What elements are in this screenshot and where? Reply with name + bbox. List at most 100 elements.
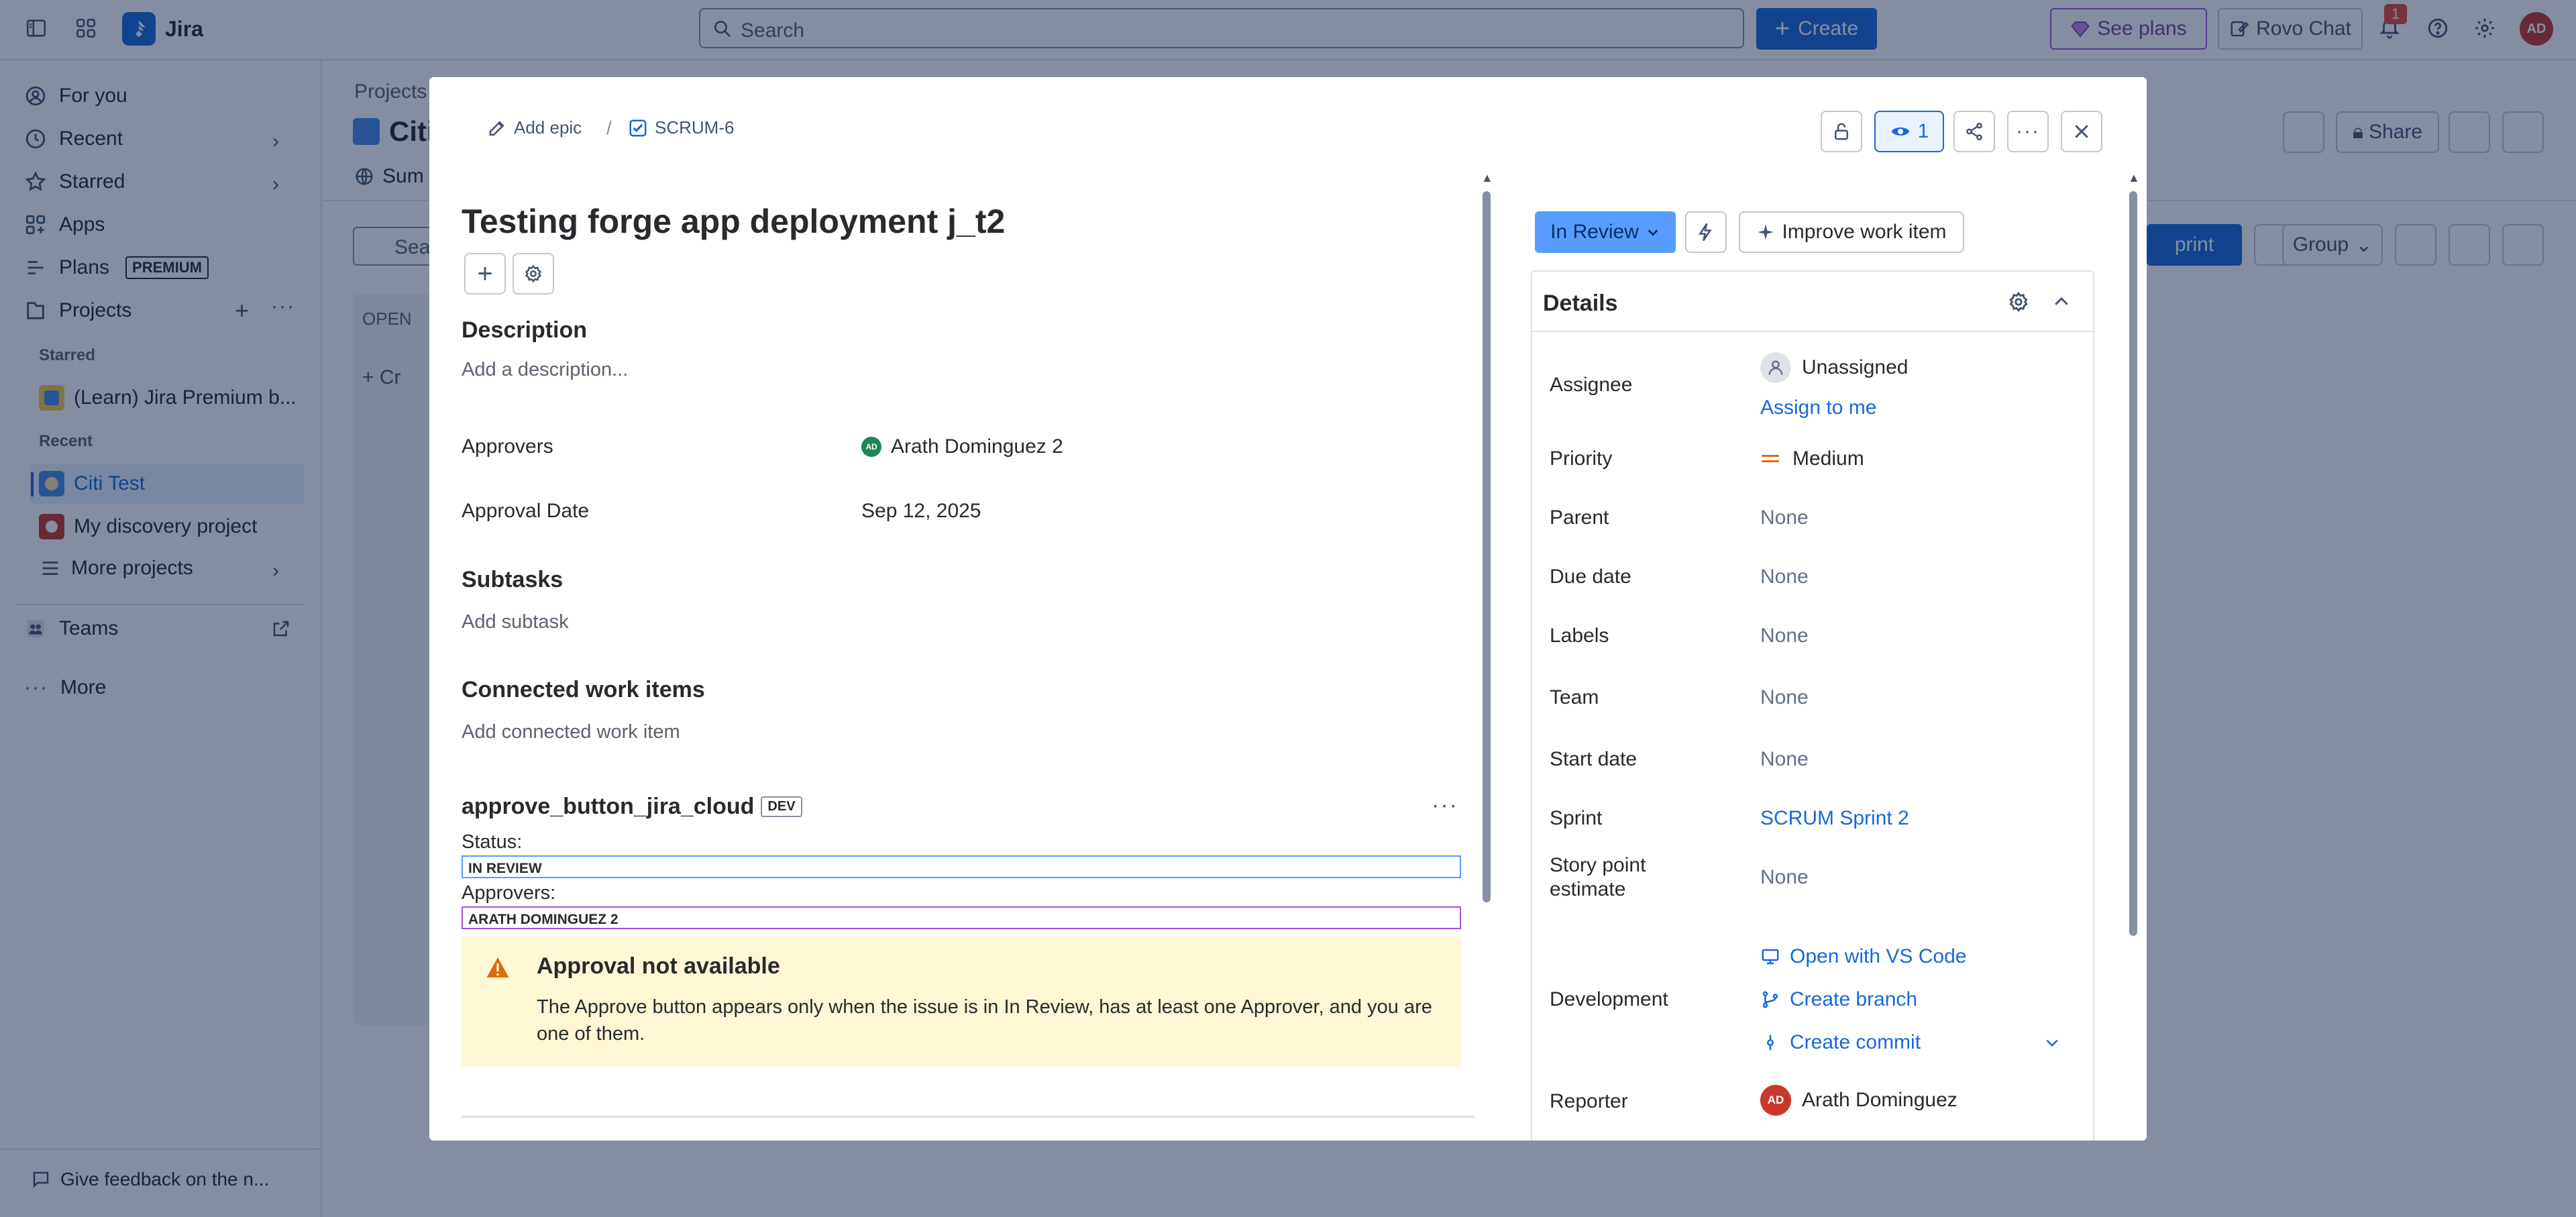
issue-key: SCRUM-6 <box>655 117 735 138</box>
unassigned-avatar-icon <box>1760 352 1791 383</box>
approver-value[interactable]: AD Arath Dominguez 2 <box>861 435 1063 458</box>
improve-label: Improve work item <box>1782 221 1947 243</box>
sprint-label: Sprint <box>1550 807 1603 829</box>
add-epic-label: Add epic <box>514 117 582 138</box>
watch-count: 1 <box>1917 120 1929 142</box>
dev-badge: DEV <box>761 796 802 817</box>
create-commit-label: Create commit <box>1790 1031 1921 1053</box>
assignee-value[interactable]: Unassigned <box>1760 352 1908 383</box>
description-placeholder[interactable]: Add a description... <box>462 359 628 381</box>
open-with-vscode-link[interactable]: Open with VS Code <box>1760 945 1966 968</box>
priority-text: Medium <box>1792 447 1864 470</box>
forge-app-more-icon[interactable]: ··· <box>1432 792 1458 818</box>
reporter-label: Reporter <box>1550 1090 1628 1112</box>
right-scrollbar-thumb[interactable] <box>2129 191 2137 936</box>
scroll-up-arrow-icon[interactable]: ▲ <box>1481 171 1493 185</box>
work-item-title[interactable]: Testing forge app deployment j_t2 <box>462 202 1005 241</box>
share-icon[interactable] <box>1953 111 1995 152</box>
status-field-label: Status: <box>462 831 523 853</box>
team-value[interactable]: None <box>1760 686 1809 709</box>
start-date-label: Start date <box>1550 748 1638 770</box>
create-commit-link[interactable]: Create commit <box>1760 1031 1921 1054</box>
details-settings-gear-icon[interactable] <box>2007 290 2030 313</box>
chevron-down-icon <box>1648 229 1658 236</box>
warning-text: The Approve button appears only when the… <box>537 996 1432 1045</box>
reporter-name: Arath Dominguez <box>1802 1089 1957 1111</box>
approval-date-value[interactable]: Sep 12, 2025 <box>861 500 981 523</box>
approvers-field-value: ARATH DOMINGUEZ 2 <box>462 906 1461 929</box>
sparkle-icon <box>1758 224 1774 240</box>
reporter-avatar: AD <box>1760 1085 1791 1116</box>
issue-key-link[interactable]: SCRUM-6 <box>628 117 734 138</box>
approvers-label: Approvers <box>462 435 553 458</box>
subtasks-heading: Subtasks <box>462 567 564 592</box>
more-actions-icon[interactable]: ··· <box>2007 111 2049 152</box>
work-item-modal: Add epic / SCRUM-6 1 ··· Testing forge a… <box>429 77 2147 1141</box>
story-points-label-line2: estimate <box>1550 878 1626 900</box>
labels-label: Labels <box>1550 625 1609 647</box>
close-icon[interactable] <box>2061 111 2102 152</box>
description-heading: Description <box>462 317 588 343</box>
task-checkbox-icon <box>629 119 647 136</box>
approvers-field-label: Approvers: <box>462 882 556 904</box>
approver-avatar: AD <box>861 437 881 457</box>
commit-icon <box>1767 1035 1774 1051</box>
pencil-icon <box>489 120 504 136</box>
labels-value[interactable]: None <box>1760 625 1809 647</box>
approver-name: Arath Dominguez 2 <box>891 435 1063 458</box>
apps-settings-icon[interactable] <box>513 253 554 295</box>
add-connected-work-item-link[interactable]: Add connected work item <box>462 721 680 743</box>
unlock-icon[interactable] <box>1821 111 1862 152</box>
status-dropdown-button[interactable]: In Review <box>1535 211 1676 253</box>
development-label: Development <box>1550 988 1668 1010</box>
due-date-label: Due date <box>1550 566 1631 588</box>
create-branch-link[interactable]: Create branch <box>1760 988 1917 1011</box>
monitor-icon <box>1762 949 1779 965</box>
chevron-up-icon[interactable] <box>2051 292 2072 312</box>
approval-warning-banner: Approval not available The Approve butto… <box>462 936 1461 1066</box>
details-panel: Details Assignee Unassigned Assign to me… <box>1531 270 2094 1141</box>
story-points-label-line1: Story point <box>1550 854 1646 876</box>
details-divider <box>1532 331 2093 332</box>
reporter-value[interactable]: AD Arath Dominguez <box>1760 1085 1957 1116</box>
approval-date-label: Approval Date <box>462 500 590 522</box>
priority-value[interactable]: Medium <box>1760 447 1864 470</box>
start-date-value[interactable]: None <box>1760 748 1809 771</box>
eye-icon <box>1891 127 1909 136</box>
forge-app-header: approve_button_jira_cloud DEV <box>462 794 802 820</box>
status-button-label: In Review <box>1550 221 1639 243</box>
watch-button[interactable]: 1 <box>1874 111 1944 152</box>
priority-label: Priority <box>1550 447 1613 470</box>
status-field-value: IN REVIEW <box>462 855 1461 878</box>
development-chevron-down-icon[interactable] <box>2043 1034 2061 1051</box>
priority-medium-icon <box>1762 455 1779 462</box>
connected-work-items-heading: Connected work items <box>462 677 705 702</box>
assignee-name: Unassigned <box>1802 356 1909 378</box>
assignee-label: Assignee <box>1550 374 1633 396</box>
right-scroll-up-arrow-icon[interactable]: ▲ <box>2128 171 2140 185</box>
open-vscode-label: Open with VS Code <box>1790 945 1967 967</box>
right-scrollbar[interactable]: ▲ ▼ <box>2127 171 2140 1110</box>
left-bottom-divider <box>462 1116 1474 1118</box>
add-epic-link[interactable]: Add epic <box>487 117 582 138</box>
forge-app-name: approve_button_jira_cloud <box>462 794 755 819</box>
automation-bolt-icon[interactable] <box>1685 211 1727 253</box>
details-heading: Details <box>1543 290 1618 316</box>
left-scrollbar-thumb[interactable] <box>1483 191 1491 902</box>
improve-work-item-button[interactable]: Improve work item <box>1739 211 1964 253</box>
team-label: Team <box>1550 686 1599 708</box>
parent-label: Parent <box>1550 507 1609 529</box>
add-subtask-link[interactable]: Add subtask <box>462 611 569 633</box>
breadcrumb-separator: / <box>606 117 612 138</box>
due-date-value[interactable]: None <box>1760 566 1809 588</box>
branch-icon <box>1762 991 1778 1008</box>
left-scrollbar[interactable]: ▲ ▼ <box>1480 171 1493 1110</box>
assign-to-me-link[interactable]: Assign to me <box>1760 396 1876 419</box>
warning-icon <box>486 956 510 979</box>
sprint-value[interactable]: SCRUM Sprint 2 <box>1760 807 1909 830</box>
add-plus-icon[interactable]: + <box>464 253 506 295</box>
parent-value[interactable]: None <box>1760 507 1809 529</box>
warning-title: Approval not available <box>537 953 780 979</box>
story-points-value[interactable]: None <box>1760 866 1809 889</box>
create-branch-label: Create branch <box>1790 988 1918 1010</box>
